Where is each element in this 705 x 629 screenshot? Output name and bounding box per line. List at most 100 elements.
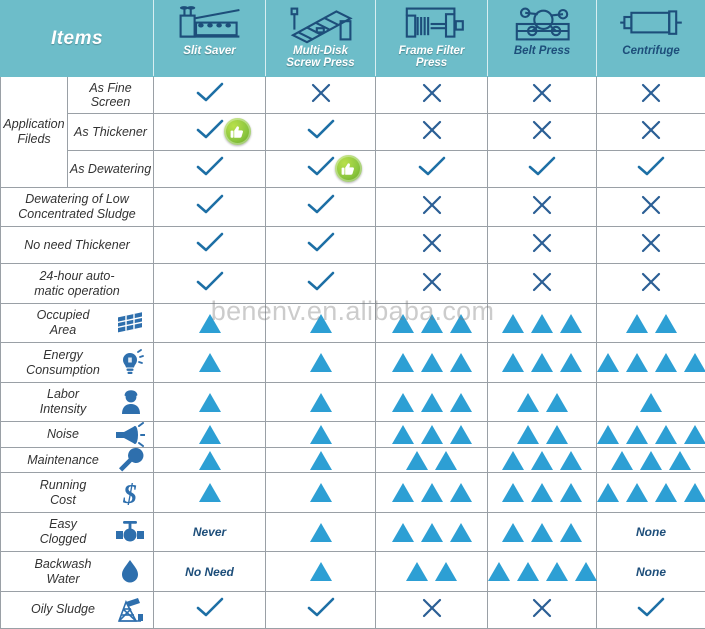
triangle-icon bbox=[531, 353, 554, 373]
triangle-icon bbox=[531, 483, 554, 503]
triangle-icon bbox=[545, 425, 568, 445]
triangle-icon bbox=[391, 425, 414, 445]
cell-r10-c5 bbox=[596, 421, 705, 448]
row-label-text: Running Cost bbox=[39, 477, 87, 507]
row-label-text: Backwash Water bbox=[34, 556, 92, 586]
centrifuge-icon bbox=[613, 4, 689, 44]
triangle-icon bbox=[625, 353, 648, 373]
cross-icon bbox=[421, 271, 443, 297]
triangle-icon bbox=[391, 313, 414, 333]
triangle-icon bbox=[560, 450, 583, 470]
cross-icon bbox=[531, 194, 553, 220]
row-label: Backwash Water bbox=[0, 551, 155, 592]
cell-r2-c4 bbox=[487, 112, 598, 151]
cell-r7-c3 bbox=[375, 302, 489, 344]
triangle-icon bbox=[420, 313, 443, 333]
cell-r6-c4 bbox=[487, 263, 598, 304]
cell-r10-c3 bbox=[375, 421, 489, 448]
value-text: None bbox=[636, 564, 667, 579]
cell-r11-c4 bbox=[487, 446, 598, 474]
table-row: Energy Consumption bbox=[0, 342, 705, 383]
rating-triangles bbox=[640, 383, 663, 422]
triangle-icon bbox=[502, 313, 525, 333]
product-name-label: Multi-Disk Screw Press bbox=[286, 45, 355, 69]
check-icon bbox=[306, 193, 336, 221]
cell-r7-c2 bbox=[265, 302, 377, 344]
header-items-cell: Items bbox=[0, 0, 155, 77]
rating-triangles bbox=[391, 383, 472, 422]
row-label: As Dewatering bbox=[66, 149, 155, 188]
check-icon bbox=[306, 155, 336, 183]
table-row: As Thickener bbox=[1, 112, 705, 151]
rating-triangles bbox=[309, 513, 332, 552]
comparison-table-container: Items Slit Saver Multi-Disk Screw Press Fra… bbox=[0, 0, 705, 629]
triangle-icon bbox=[545, 392, 568, 412]
triangle-icon bbox=[420, 483, 443, 503]
cell-r5-c3 bbox=[375, 226, 489, 265]
product-name-label: Centrifuge bbox=[622, 45, 680, 57]
triangle-icon bbox=[198, 450, 221, 470]
triangle-icon bbox=[531, 450, 554, 470]
triangle-icon bbox=[545, 562, 568, 582]
rating-triangles bbox=[391, 343, 472, 382]
table-row: Running Cost $ bbox=[0, 472, 705, 513]
cell-r15-c3 bbox=[375, 590, 489, 629]
cell-r12-c1 bbox=[153, 472, 267, 513]
cell-r5-c4 bbox=[487, 226, 598, 265]
cell-r10-c1 bbox=[153, 421, 267, 448]
triangle-icon bbox=[625, 313, 648, 333]
thumbs-up-icon bbox=[223, 118, 251, 146]
triangle-icon bbox=[640, 392, 663, 412]
rating-triangles bbox=[309, 552, 332, 591]
rating-triangles bbox=[198, 383, 221, 422]
cell-r14-c3 bbox=[375, 551, 489, 592]
rating-triangles bbox=[309, 448, 332, 472]
cross-icon bbox=[640, 82, 662, 108]
cell-r1-c4 bbox=[487, 76, 598, 114]
table-row: Backwash Water No Need None bbox=[0, 551, 705, 592]
triangle-icon bbox=[309, 450, 332, 470]
triangle-icon bbox=[309, 392, 332, 412]
cell-r13-c5: None bbox=[596, 511, 705, 553]
cross-icon bbox=[421, 82, 443, 108]
triangle-icon bbox=[516, 392, 539, 412]
thumbs-up-icon bbox=[334, 155, 362, 183]
rating-triangles bbox=[391, 473, 472, 512]
row-label: As Thickener bbox=[66, 112, 155, 151]
rating-triangles bbox=[198, 343, 221, 382]
triangle-icon bbox=[391, 353, 414, 373]
rating-triangles bbox=[596, 422, 705, 446]
triangle-icon bbox=[531, 313, 554, 333]
triangle-icon bbox=[487, 562, 510, 582]
table-row: Noise bbox=[0, 421, 705, 448]
rating-triangles bbox=[391, 422, 472, 446]
triangle-icon bbox=[625, 425, 648, 445]
cell-r5-c2 bbox=[265, 226, 377, 265]
water-drop-icon bbox=[115, 557, 145, 587]
triangle-icon bbox=[596, 353, 619, 373]
triangle-icon bbox=[683, 425, 705, 445]
cross-icon bbox=[421, 194, 443, 220]
cell-r7-c1 bbox=[153, 302, 267, 344]
triangle-icon bbox=[309, 483, 332, 503]
rating-triangles bbox=[406, 552, 458, 591]
check-icon bbox=[195, 596, 225, 624]
cell-r14-c5: None bbox=[596, 551, 705, 592]
cell-r11-c2 bbox=[265, 446, 377, 474]
cell-r3-c2 bbox=[265, 149, 377, 188]
triangle-icon bbox=[516, 425, 539, 445]
cross-icon bbox=[310, 82, 332, 108]
check-icon bbox=[636, 596, 666, 624]
cell-r15-c4 bbox=[487, 590, 598, 629]
slit-saver-icon bbox=[171, 4, 249, 44]
cross-icon bbox=[531, 597, 553, 623]
triangle-icon bbox=[531, 522, 554, 542]
cell-r2-c3 bbox=[375, 112, 489, 151]
table-row: Occupied Area bbox=[0, 302, 705, 344]
triangle-icon bbox=[683, 353, 705, 373]
row-label: Labor Intensity bbox=[0, 381, 155, 423]
triangle-icon bbox=[198, 483, 221, 503]
cell-r3-c3 bbox=[375, 149, 489, 188]
cross-icon bbox=[421, 597, 443, 623]
cell-r4-c5 bbox=[596, 186, 705, 228]
